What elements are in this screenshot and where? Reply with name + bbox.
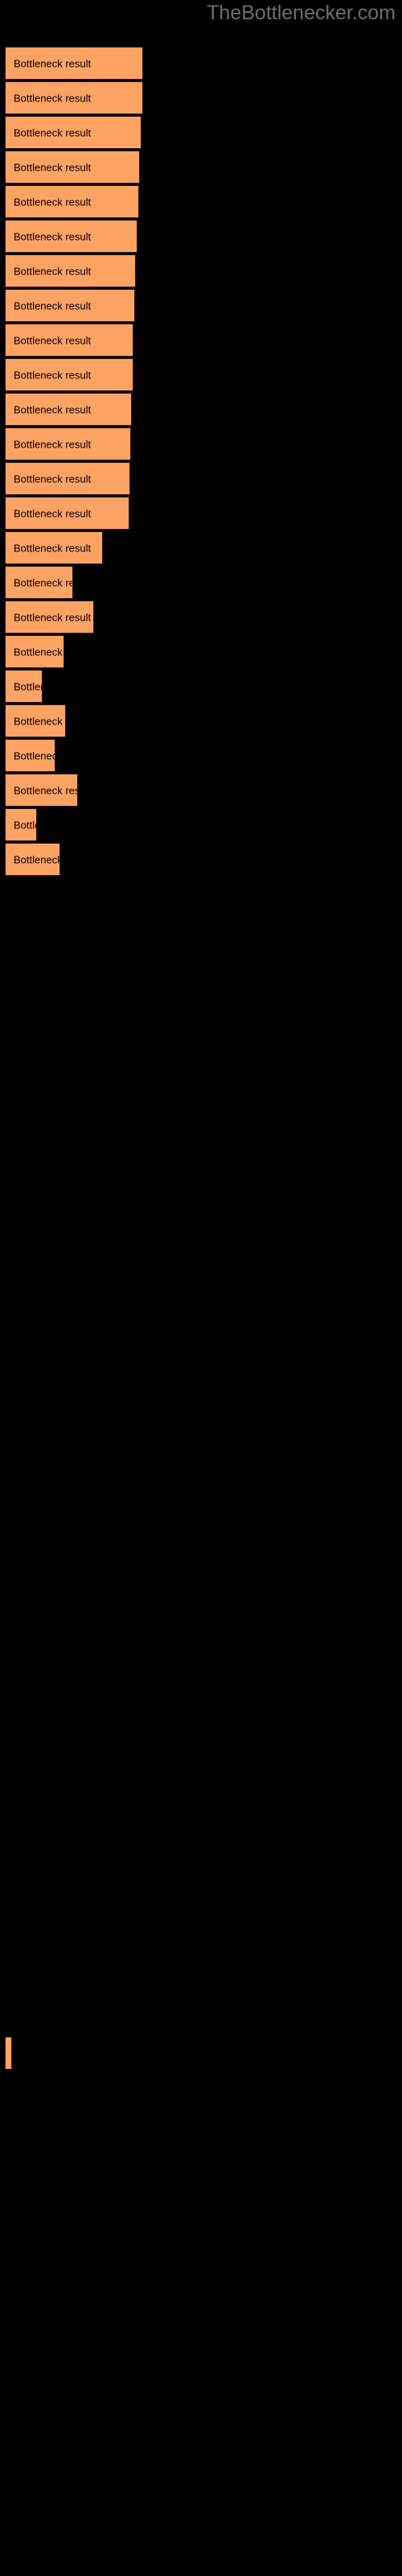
bar-21[interactable]: Bottleneck result: [5, 739, 55, 772]
bar-4[interactable]: Bottleneck result: [5, 151, 140, 184]
bar-label: Bottleneck result: [14, 715, 65, 727]
site-watermark: TheBottlenecker.com: [207, 2, 396, 24]
bar-label: Bottleneck result: [14, 542, 92, 554]
bar-15[interactable]: Bottleneck result: [5, 531, 103, 564]
bar-label: Bottleneck result: [14, 749, 55, 762]
bar-9[interactable]: Bottleneck result: [5, 324, 133, 357]
bar-label: Bottleneck result: [14, 611, 92, 623]
bar-label: Bottleneck result: [14, 126, 92, 138]
bar-17[interactable]: Bottleneck result: [5, 601, 94, 634]
bar-label: Bottleneck result: [14, 403, 92, 415]
bar-label: Bottleneck result: [14, 507, 92, 519]
bar-label: Bottleneck result: [14, 646, 64, 658]
bar-20[interactable]: Bottleneck result: [5, 704, 66, 737]
bar-11[interactable]: Bottleneck result: [5, 393, 132, 426]
bar-16[interactable]: Bottleneck result: [5, 566, 73, 599]
bar-3[interactable]: Bottleneck result: [5, 116, 142, 149]
bar-label: Bottleneck result: [14, 819, 36, 831]
bar-19[interactable]: Bottleneck result: [5, 670, 43, 703]
bar-label: Bottleneck result: [14, 196, 92, 208]
bar-label: Bottleneck result: [14, 265, 92, 277]
bar-12[interactable]: Bottleneck result: [5, 427, 131, 460]
bar-label: Bottleneck result: [14, 57, 92, 69]
bar-label: Bottleneck result: [14, 784, 77, 796]
bar-18[interactable]: Bottleneck result: [5, 635, 64, 668]
bar-2[interactable]: Bottleneck result: [5, 81, 143, 114]
bar-label: Bottleneck result: [14, 576, 72, 588]
bar-8[interactable]: Bottleneck result: [5, 289, 135, 322]
bar-label: Bottleneck result: [14, 92, 92, 104]
bar-label: Bottleneck result: [14, 299, 92, 312]
bar-24[interactable]: Bottleneck result: [5, 843, 60, 876]
bar-25[interactable]: Bottleneck result: [5, 2037, 12, 2070]
bar-label: Bottleneck result: [14, 230, 92, 242]
bar-label: Bottleneck result: [14, 438, 92, 450]
bar-14[interactable]: Bottleneck result: [5, 497, 129, 530]
bar-label: Bottleneck result: [14, 369, 92, 381]
bar-label: Bottleneck result: [14, 680, 42, 692]
bar-label: Bottleneck result: [14, 473, 92, 485]
bar-chart-canvas: TheBottlenecker.com Bottleneck result Bot…: [0, 0, 402, 2576]
bar-6[interactable]: Bottleneck result: [5, 220, 137, 253]
bar-5[interactable]: Bottleneck result: [5, 185, 139, 218]
bar-label: Bottleneck result: [14, 161, 92, 173]
bar-10[interactable]: Bottleneck result: [5, 358, 133, 391]
bar-13[interactable]: Bottleneck result: [5, 462, 130, 495]
bar-22[interactable]: Bottleneck result: [5, 774, 78, 807]
bar-1[interactable]: Bottleneck result: [5, 47, 143, 80]
bar-23[interactable]: Bottleneck result: [5, 808, 37, 841]
bar-label: Bottleneck result: [14, 334, 92, 346]
bar-7[interactable]: Bottleneck result: [5, 254, 136, 287]
bar-label: Bottleneck result: [14, 853, 60, 865]
